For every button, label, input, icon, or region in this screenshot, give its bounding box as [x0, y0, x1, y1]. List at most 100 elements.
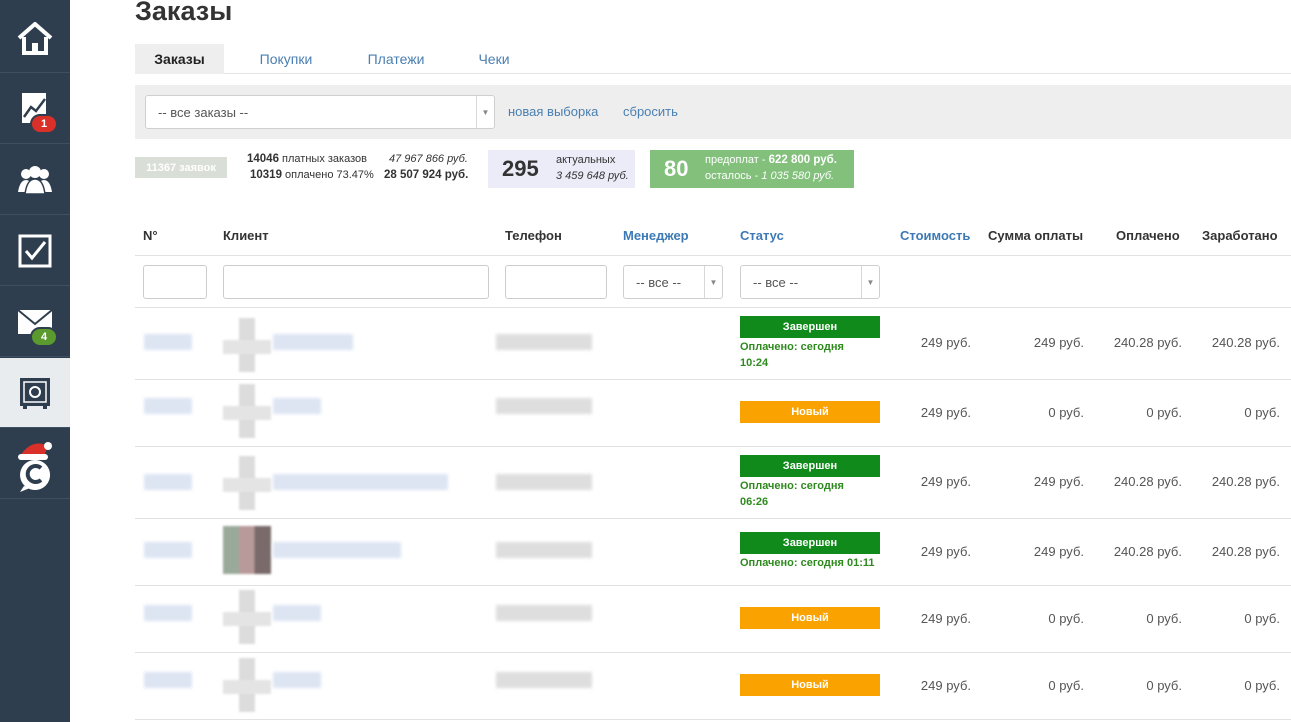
- paid-cell: 0 руб.: [1146, 611, 1182, 626]
- prepayments-box[interactable]: 80 предоплат - 622 800 руб. осталось - 1…: [650, 150, 854, 188]
- sidebar: 1 4: [0, 0, 70, 722]
- actual-label: актуальных: [556, 154, 616, 166]
- order-number-redacted[interactable]: [144, 672, 192, 688]
- col-header-status[interactable]: Статус: [740, 228, 784, 243]
- new-selection-link[interactable]: новая выборка: [508, 104, 598, 119]
- order-number-redacted[interactable]: [144, 398, 192, 414]
- paid-count: 14046: [247, 153, 279, 165]
- sidebar-item-brand[interactable]: [0, 429, 70, 499]
- cost-cell: 249 руб.: [920, 611, 971, 626]
- page-title: Заказы: [135, 0, 233, 26]
- payment-sum-cell: 249 руб.: [1033, 335, 1084, 350]
- col-header-manager[interactable]: Менеджер: [623, 228, 689, 243]
- sidebar-item-home[interactable]: [0, 3, 70, 73]
- tab-purchases[interactable]: Покупки: [240, 44, 332, 74]
- phone-redacted: [496, 398, 592, 414]
- earned-cell: 0 руб.: [1244, 611, 1280, 626]
- home-icon: [17, 21, 53, 55]
- status-filter-select[interactable]: -- все -- ▼: [740, 265, 880, 299]
- client-filter-input[interactable]: [223, 265, 489, 299]
- tab-orders[interactable]: Заказы: [135, 44, 224, 74]
- payment-sum-cell: 0 руб.: [1048, 611, 1084, 626]
- cost-cell: 249 руб.: [920, 544, 971, 559]
- orders-selection-select[interactable]: -- все заказы -- ▼: [145, 95, 495, 129]
- row-divider: [135, 719, 1291, 720]
- tab-payments[interactable]: Платежи: [350, 44, 442, 74]
- earned-cell: 0 руб.: [1244, 405, 1280, 420]
- row-divider: [135, 585, 1291, 586]
- row-divider: [135, 652, 1291, 653]
- earned-cell: 240.28 руб.: [1211, 335, 1280, 350]
- chevron-down-icon: ▼: [861, 266, 879, 298]
- client-name-redacted[interactable]: [273, 334, 353, 350]
- order-number-redacted[interactable]: [144, 542, 192, 558]
- status-badge: Новый: [740, 674, 880, 696]
- row-divider: [135, 379, 1291, 380]
- status-filter-value: -- все --: [753, 274, 799, 290]
- payment-note: Оплачено: сегодня 10:24: [740, 341, 844, 369]
- manager-filter-value: -- все --: [636, 274, 682, 290]
- cost-cell: 249 руб.: [920, 405, 971, 420]
- client-name-redacted[interactable]: [273, 672, 321, 688]
- settled-orders-stat: 10319 оплачено 73.47%: [250, 169, 374, 181]
- col-header-cost[interactable]: Стоимость: [900, 228, 970, 243]
- sidebar-item-users[interactable]: [0, 145, 70, 215]
- settled-count: 10319: [250, 169, 282, 181]
- avatar: [223, 590, 271, 644]
- client-name-redacted[interactable]: [273, 398, 321, 414]
- order-number-redacted[interactable]: [144, 334, 192, 350]
- avatar: [223, 456, 271, 510]
- client-name-redacted[interactable]: [273, 474, 448, 490]
- cost-cell: 249 руб.: [920, 474, 971, 489]
- remaining-sum: 1 035 580 руб.: [761, 170, 835, 182]
- earned-cell: 240.28 руб.: [1211, 544, 1280, 559]
- sidebar-item-orders[interactable]: [0, 358, 70, 428]
- row-divider: [135, 446, 1291, 447]
- phone-filter-input[interactable]: [505, 265, 607, 299]
- avatar: [223, 526, 271, 580]
- total-requests-badge[interactable]: 11367 заявок: [135, 157, 227, 178]
- sidebar-item-mail[interactable]: 4: [0, 287, 70, 357]
- col-header-client: Клиент: [223, 228, 269, 243]
- safe-icon: [20, 377, 50, 409]
- order-number-redacted[interactable]: [144, 605, 192, 621]
- prepay-line: предоплат - 622 800 руб.: [705, 154, 837, 166]
- paid-cell: 0 руб.: [1146, 678, 1182, 693]
- avatar: [223, 318, 271, 372]
- payment-sum-cell: 249 руб.: [1033, 544, 1084, 559]
- paid-cell: 0 руб.: [1146, 405, 1182, 420]
- phone-redacted: [496, 474, 592, 490]
- phone-redacted: [496, 672, 592, 688]
- sidebar-item-tasks[interactable]: [0, 216, 70, 286]
- tab-receipts[interactable]: Чеки: [460, 44, 528, 74]
- filter-divider: [135, 307, 1291, 308]
- status-badge: Новый: [740, 401, 880, 423]
- reset-link[interactable]: сбросить: [623, 104, 678, 119]
- prepay-count: 80: [664, 156, 689, 181]
- sidebar-item-stats[interactable]: 1: [0, 74, 70, 144]
- manager-filter-select[interactable]: -- все -- ▼: [623, 265, 723, 299]
- paid-label: платных заказов: [282, 153, 367, 165]
- earned-cell: 240.28 руб.: [1211, 474, 1280, 489]
- earned-cell: 0 руб.: [1244, 678, 1280, 693]
- phone-redacted: [496, 334, 592, 350]
- order-number-redacted[interactable]: [144, 474, 192, 490]
- chevron-down-icon: ▼: [704, 266, 722, 298]
- payment-sum-cell: 249 руб.: [1033, 474, 1084, 489]
- paid-sum-stat: 47 967 866 руб.: [389, 153, 468, 165]
- header-divider: [135, 255, 1291, 256]
- avatar: [223, 384, 271, 438]
- status-badge: Новый: [740, 607, 880, 629]
- col-header-paid: Оплачено: [1116, 228, 1180, 243]
- status-badge: Завершен: [740, 316, 880, 338]
- client-name-redacted[interactable]: [273, 542, 401, 558]
- client-name-redacted[interactable]: [273, 605, 321, 621]
- number-filter-input[interactable]: [143, 265, 207, 299]
- prepay-label: предоплат -: [705, 154, 769, 166]
- chevron-down-icon: ▼: [476, 96, 494, 128]
- actual-orders-box[interactable]: 295 актуальных 3 459 648 руб.: [488, 150, 635, 188]
- actual-count: 295: [502, 156, 539, 181]
- payment-note: Оплачено: сегодня 01:11: [740, 557, 875, 569]
- settled-sum: 28 507 924 руб.: [384, 169, 469, 181]
- paid-sum: 47 967 866 руб.: [389, 153, 468, 165]
